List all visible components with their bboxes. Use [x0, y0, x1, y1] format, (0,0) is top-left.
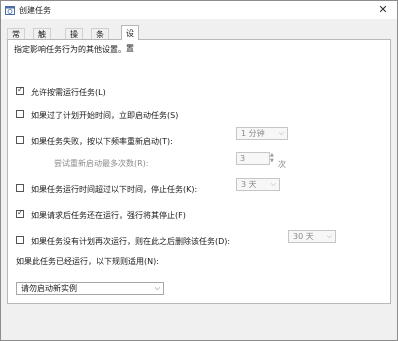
chevron-down-icon: ⌵ — [154, 284, 160, 292]
restart-attempts-value: 3 — [240, 154, 246, 163]
force-stop-checkbox[interactable] — [16, 208, 24, 218]
force-stop-label[interactable]: 如果请求后任务还在运行，强行将其停止(F) — [31, 210, 186, 221]
delete-after-value: 30 天 — [293, 232, 314, 241]
tab-triggers[interactable]: 触发器 — [33, 28, 51, 61]
stop-duration-dropdown[interactable]: 3 天 ⌵ — [236, 178, 280, 191]
run-asap-checkbox[interactable] — [16, 110, 24, 118]
restart-interval-dropdown[interactable]: 1 分钟 ⌵ — [236, 127, 288, 140]
allow-on-demand-label[interactable]: 允许按需运行任务(L) — [31, 87, 106, 98]
settings-panel: 指定影响任务行为的其他设置。 允许按需运行任务(L) 如果过了计划开始时间，立即… — [7, 39, 391, 304]
already-running-rule-dropdown[interactable]: 请勿启动新实例 ⌵ — [16, 282, 164, 295]
task-scheduler-icon — [5, 6, 15, 15]
tab-settings[interactable]: 设置 — [121, 25, 139, 53]
title-bar: 创建任务 ✕ — [1, 1, 397, 19]
spinner-arrows-icon[interactable]: ▲ ▼ — [270, 152, 277, 165]
already-running-rule-value: 请勿启动新实例 — [21, 284, 77, 293]
restart-attempts-input[interactable]: 3 — [236, 152, 270, 165]
delete-if-not-scheduled-label[interactable]: 如果任务没有计划再次运行，则在此之后删除该任务(D): — [31, 236, 230, 247]
window-title: 创建任务 — [19, 6, 51, 15]
already-running-label: 如果此任务已经运行，以下规则适用(N): — [16, 257, 159, 266]
close-button[interactable]: ✕ — [369, 1, 397, 19]
chevron-down-icon: ⌵ — [278, 129, 284, 137]
restart-attempts-label: 尝试重新启动最多次数(R): — [54, 159, 149, 168]
delete-if-not-scheduled-checkbox[interactable] — [16, 236, 24, 244]
stop-if-runs-longer-checkbox[interactable] — [16, 184, 24, 192]
restart-attempts-unit: 次 — [278, 160, 286, 169]
delete-after-dropdown[interactable]: 30 天 ⌵ — [288, 230, 336, 243]
allow-on-demand-checkbox[interactable] — [16, 85, 24, 95]
tab-actions[interactable]: 操作 — [65, 28, 83, 50]
stop-if-runs-longer-label[interactable]: 如果任务运行时间超过以下时间，停止任务(K): — [31, 184, 197, 195]
chevron-down-icon: ⌵ — [326, 232, 332, 240]
run-asap-label[interactable]: 如果过了计划开始时间，立即启动任务(S) — [31, 110, 178, 121]
chevron-down-icon: ⌵ — [270, 180, 276, 188]
restart-on-fail-checkbox[interactable] — [16, 136, 24, 144]
stop-duration-value: 3 天 — [241, 180, 257, 189]
tab-general[interactable]: 常规 — [7, 28, 25, 50]
restart-on-fail-label[interactable]: 如果任务失败，按以下频率重新启动(T): — [31, 136, 173, 147]
restart-interval-value: 1 分钟 — [241, 129, 265, 138]
create-task-dialog: 创建任务 ✕ 常规 触发器 操作 条件 设置 指定影响任务行为的其他设置。 允许… — [0, 0, 398, 341]
tab-conditions[interactable]: 条件 — [91, 28, 109, 50]
settings-description: 指定影响任务行为的其他设置。 — [14, 45, 126, 54]
